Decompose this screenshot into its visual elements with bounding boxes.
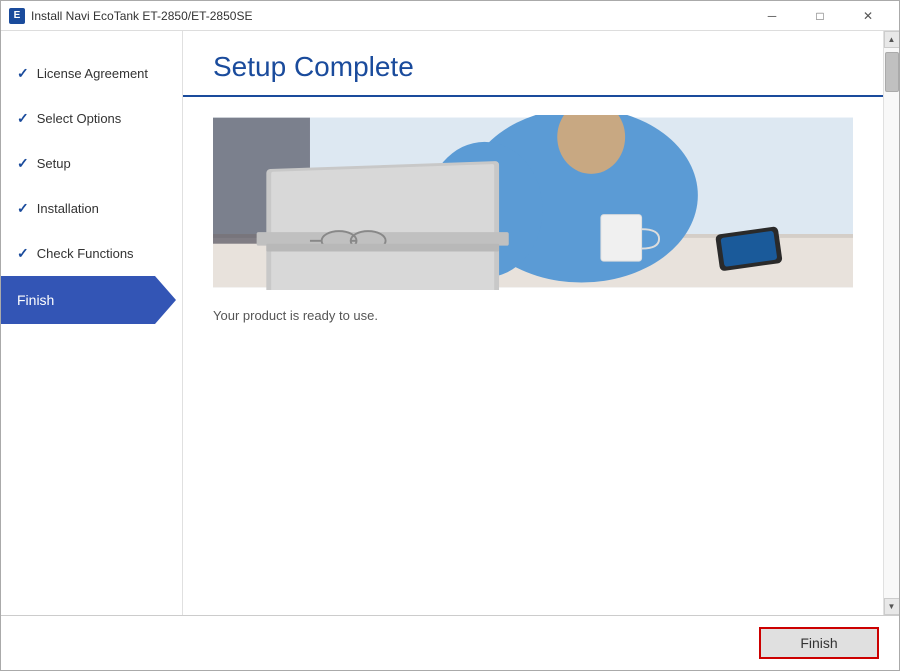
footer: Finish	[1, 615, 899, 670]
right-panel: Setup Complete	[183, 31, 899, 615]
hero-svg	[213, 115, 853, 290]
minimize-button[interactable]: ─	[749, 1, 795, 31]
sidebar-item-installation: ✓ Installation	[1, 186, 182, 231]
check-icon-license: ✓	[17, 65, 29, 82]
finish-button[interactable]: Finish	[759, 627, 879, 659]
sidebar-label-functions: Check Functions	[37, 246, 134, 261]
title-bar-left: E Install Navi EcoTank ET-2850/ET-2850SE	[9, 8, 252, 24]
sidebar-item-license-agreement: ✓ License Agreement	[1, 51, 182, 96]
window-title: Install Navi EcoTank ET-2850/ET-2850SE	[31, 9, 252, 23]
main-content: ✓ License Agreement ✓ Select Options ✓ S…	[1, 31, 899, 615]
hero-image	[213, 115, 853, 290]
check-icon-options: ✓	[17, 110, 29, 127]
page-title: Setup Complete	[213, 51, 853, 83]
content-header: Setup Complete	[183, 31, 883, 97]
scrollbar-thumb[interactable]	[885, 52, 899, 92]
scroll-up-button[interactable]: ▲	[884, 31, 900, 48]
sidebar-label-setup: Setup	[37, 156, 71, 171]
sidebar-item-finish-active: Finish	[1, 276, 176, 324]
sidebar-label-options: Select Options	[37, 111, 122, 126]
sidebar-item-check-functions: ✓ Check Functions	[1, 231, 182, 276]
sidebar-label-license: License Agreement	[37, 66, 148, 81]
check-icon-setup: ✓	[17, 155, 29, 172]
window-controls: ─ □ ✕	[749, 1, 891, 31]
check-icon-functions: ✓	[17, 245, 29, 262]
sidebar-item-setup: ✓ Setup	[1, 141, 182, 186]
content-area: Setup Complete	[183, 31, 883, 615]
main-window: E Install Navi EcoTank ET-2850/ET-2850SE…	[0, 0, 900, 671]
sidebar-active-label: Finish	[17, 292, 54, 308]
content-body: Your product is ready to use.	[183, 97, 883, 615]
sidebar: ✓ License Agreement ✓ Select Options ✓ S…	[1, 31, 183, 615]
close-button[interactable]: ✕	[845, 1, 891, 31]
title-bar: E Install Navi EcoTank ET-2850/ET-2850SE…	[1, 1, 899, 31]
ready-text: Your product is ready to use.	[213, 308, 853, 323]
app-icon: E	[9, 8, 25, 24]
sidebar-item-select-options: ✓ Select Options	[1, 96, 182, 141]
scrollbar[interactable]: ▲ ▼	[883, 31, 899, 615]
maximize-button[interactable]: □	[797, 1, 843, 31]
check-icon-installation: ✓	[17, 200, 29, 217]
sidebar-label-installation: Installation	[37, 201, 99, 216]
scroll-down-button[interactable]: ▼	[884, 598, 900, 615]
